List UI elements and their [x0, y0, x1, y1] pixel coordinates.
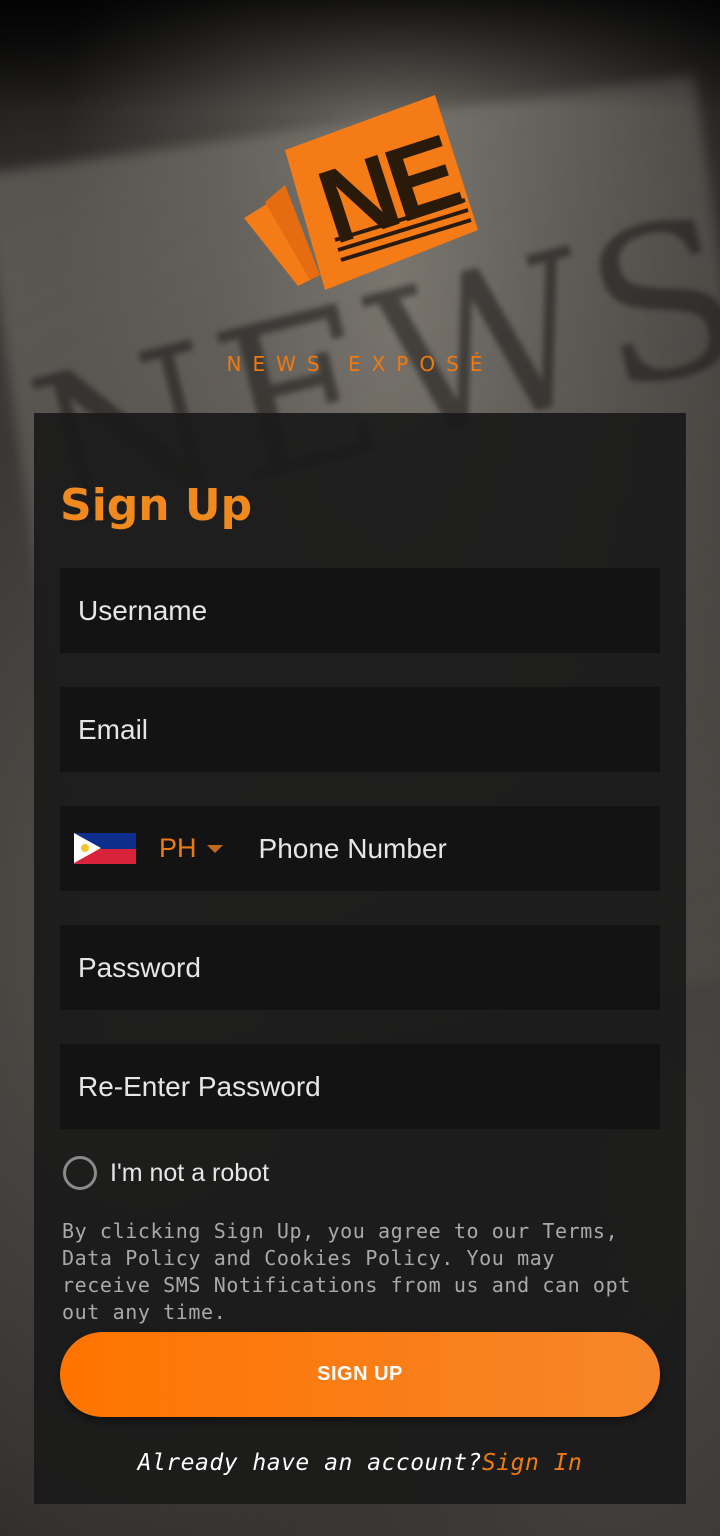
password-input[interactable] — [60, 925, 660, 1010]
email-input[interactable] — [60, 687, 660, 772]
news-expose-logo: NE — [244, 95, 478, 290]
philippines-flag-icon[interactable] — [74, 833, 136, 864]
chevron-down-icon[interactable] — [206, 844, 223, 853]
password-field[interactable] — [60, 925, 660, 1010]
reenter-password-input[interactable] — [60, 1044, 660, 1129]
email-field[interactable] — [60, 687, 660, 772]
brand-name: NEWS EXPOSÉ — [226, 352, 494, 376]
phone-number-input[interactable] — [222, 806, 660, 891]
terms-notice: By clicking Sign Up, you agree to our Te… — [62, 1219, 631, 1324]
sign-in-question: Already have an account? — [137, 1450, 482, 1476]
sign-in-prompt: Already have an account?Sign In — [0, 1450, 720, 1476]
username-input[interactable] — [60, 568, 660, 653]
captcha-checkbox[interactable]: I'm not a robot — [63, 1156, 269, 1190]
username-field[interactable] — [60, 568, 660, 653]
sign-up-button[interactable]: SIGN UP — [60, 1332, 660, 1417]
country-code-selector[interactable]: PH — [159, 833, 197, 864]
page-title: Sign Up — [60, 480, 253, 531]
phone-field[interactable]: PH — [60, 806, 660, 891]
captcha-label: I'm not a robot — [110, 1158, 270, 1187]
reenter-password-field[interactable] — [60, 1044, 660, 1129]
sign-in-link[interactable]: Sign In — [482, 1450, 582, 1476]
captcha-radio-icon[interactable] — [63, 1156, 97, 1190]
